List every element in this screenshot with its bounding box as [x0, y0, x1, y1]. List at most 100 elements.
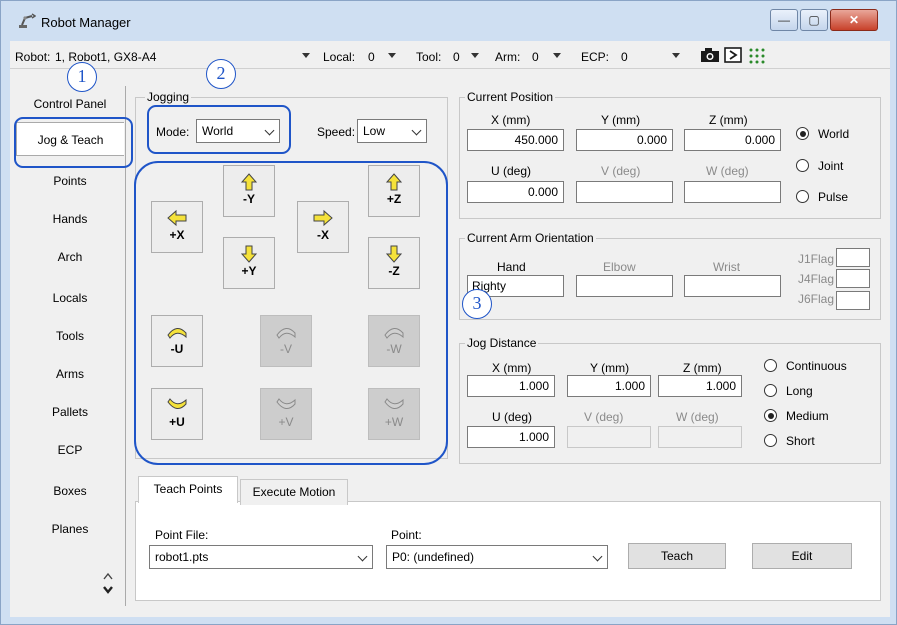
chevron-down-icon — [471, 53, 479, 58]
jd-mode-continuous-label: Continuous — [786, 359, 847, 373]
nav-points[interactable]: Points — [16, 164, 124, 198]
radio-selected-icon — [796, 127, 809, 140]
wrist-label: Wrist — [713, 260, 741, 274]
tool-select[interactable]: 0 — [448, 41, 486, 69]
nav-arch[interactable]: Arch — [16, 240, 124, 274]
edit-button[interactable]: Edit — [752, 543, 852, 569]
cp-mode-world-label: World — [818, 127, 850, 141]
cp-z-label: Z (mm) — [709, 113, 748, 127]
callout-highlight-jog-pad — [134, 161, 448, 465]
jd-mode-medium-label: Medium — [786, 409, 829, 423]
speed-label: Speed: — [317, 125, 356, 139]
chevron-down-icon — [302, 53, 310, 58]
jd-u-label: U (deg) — [492, 410, 533, 424]
local-label: Local: — [323, 50, 356, 64]
wrist-field — [684, 275, 781, 297]
callout-number-1: 1 — [67, 62, 97, 92]
j4flag-label: J4Flag — [798, 272, 835, 286]
jd-z-field[interactable]: 1.000 — [658, 375, 742, 397]
chevron-down-icon — [672, 53, 680, 58]
arm-select[interactable]: 0 — [526, 41, 568, 69]
nav-planes[interactable]: Planes — [16, 512, 124, 546]
cp-mode-pulse[interactable]: Pulse — [796, 190, 876, 206]
robot-arm-icon — [19, 13, 36, 28]
speed-value: Low — [363, 124, 386, 138]
jd-y-label: Y (mm) — [590, 361, 630, 375]
cp-x-label: X (mm) — [491, 113, 531, 127]
ecp-select[interactable]: 0 — [615, 41, 685, 69]
point-select[interactable]: P0: (undefined) — [386, 545, 608, 569]
jd-mode-medium[interactable]: Medium — [764, 409, 876, 425]
j6flag-label: J6Flag — [798, 292, 835, 306]
close-button[interactable]: ✕ — [830, 9, 878, 31]
jd-mode-long[interactable]: Long — [764, 384, 876, 400]
cp-u-field: 0.000 — [467, 181, 564, 203]
current-position-title: Current Position — [465, 90, 556, 104]
point-file-select[interactable]: robot1.pts — [149, 545, 373, 569]
tab-execute-motion[interactable]: Execute Motion — [240, 479, 348, 505]
jog-distance-title: Jog Distance — [465, 336, 539, 350]
local-value: 0 — [368, 50, 375, 64]
chevron-down-icon — [411, 125, 422, 136]
jd-u-field[interactable]: 1.000 — [467, 426, 555, 448]
jd-mode-long-label: Long — [786, 384, 813, 398]
jd-y-field[interactable]: 1.000 — [567, 375, 651, 397]
hand-label: Hand — [497, 260, 526, 274]
nav-control-panel[interactable]: Control Panel — [16, 87, 124, 121]
jd-mode-continuous[interactable]: Continuous — [764, 359, 876, 375]
cp-y-field: 0.000 — [576, 129, 673, 151]
cp-u-label: U (deg) — [491, 164, 532, 178]
cp-y-label: Y (mm) — [601, 113, 641, 127]
chevron-down-icon — [357, 551, 368, 562]
tool-value: 0 — [453, 50, 460, 64]
speed-select[interactable]: Low — [357, 119, 427, 143]
ecp-value: 0 — [621, 50, 628, 64]
cp-v-label: V (deg) — [601, 164, 641, 178]
local-select[interactable]: 0 — [362, 41, 402, 69]
cp-mode-world[interactable]: World — [796, 127, 876, 143]
robot-manager-window: Robot Manager — ▢ ✕ Robot: 1, Robot1, GX… — [0, 0, 897, 625]
point-file-value: robot1.pts — [155, 550, 209, 564]
window-title: Robot Manager — [41, 15, 131, 30]
jd-mode-short[interactable]: Short — [764, 434, 876, 450]
j6flag-field — [836, 291, 870, 310]
callout-number-2: 2 — [206, 59, 236, 89]
cp-mode-joint[interactable]: Joint — [796, 159, 876, 175]
minimize-button[interactable]: — — [770, 9, 798, 31]
cp-x-field: 450.000 — [467, 129, 564, 151]
robot-select[interactable]: Robot: 1, Robot1, GX8-A4 — [10, 41, 317, 69]
close-icon: ✕ — [848, 13, 860, 27]
nav-locals[interactable]: Locals — [16, 281, 124, 315]
teach-button[interactable]: Teach — [628, 543, 726, 569]
maximize-button[interactable]: ▢ — [800, 9, 828, 31]
nav-ecp[interactable]: ECP — [16, 433, 124, 467]
chevron-down-icon — [388, 53, 396, 58]
ecp-label: ECP: — [581, 50, 610, 64]
jd-x-field[interactable]: 1.000 — [467, 375, 555, 397]
io-monitor-icon[interactable] — [748, 47, 766, 65]
nav-scroll-icon[interactable] — [102, 569, 114, 597]
point-value: P0: (undefined) — [392, 550, 475, 564]
jd-z-label: Z (mm) — [683, 361, 722, 375]
jd-v-field — [567, 426, 651, 448]
nav-boxes[interactable]: Boxes — [16, 474, 124, 508]
nav-tools[interactable]: Tools — [16, 319, 124, 353]
tab-teach-points[interactable]: Teach Points — [138, 476, 238, 503]
radio-icon — [796, 190, 809, 203]
cp-w-field — [684, 181, 781, 203]
point-label: Point: — [391, 528, 422, 542]
run-window-icon[interactable] — [724, 47, 742, 63]
nav-arms[interactable]: Arms — [16, 357, 124, 391]
camera-icon[interactable] — [700, 47, 720, 63]
nav-hands[interactable]: Hands — [16, 202, 124, 236]
nav-pallets[interactable]: Pallets — [16, 395, 124, 429]
maximize-icon: ▢ — [808, 13, 820, 27]
arm-label: Arm: — [495, 50, 521, 64]
robot-label: Robot: — [15, 50, 51, 64]
jd-w-label: W (deg) — [676, 410, 719, 424]
cp-w-label: W (deg) — [706, 164, 749, 178]
j1flag-label: J1Flag — [798, 252, 835, 266]
j1flag-field — [836, 248, 870, 267]
title-bar[interactable]: Robot Manager — ▢ ✕ — [1, 1, 896, 41]
callout-highlight-2 — [147, 105, 291, 154]
